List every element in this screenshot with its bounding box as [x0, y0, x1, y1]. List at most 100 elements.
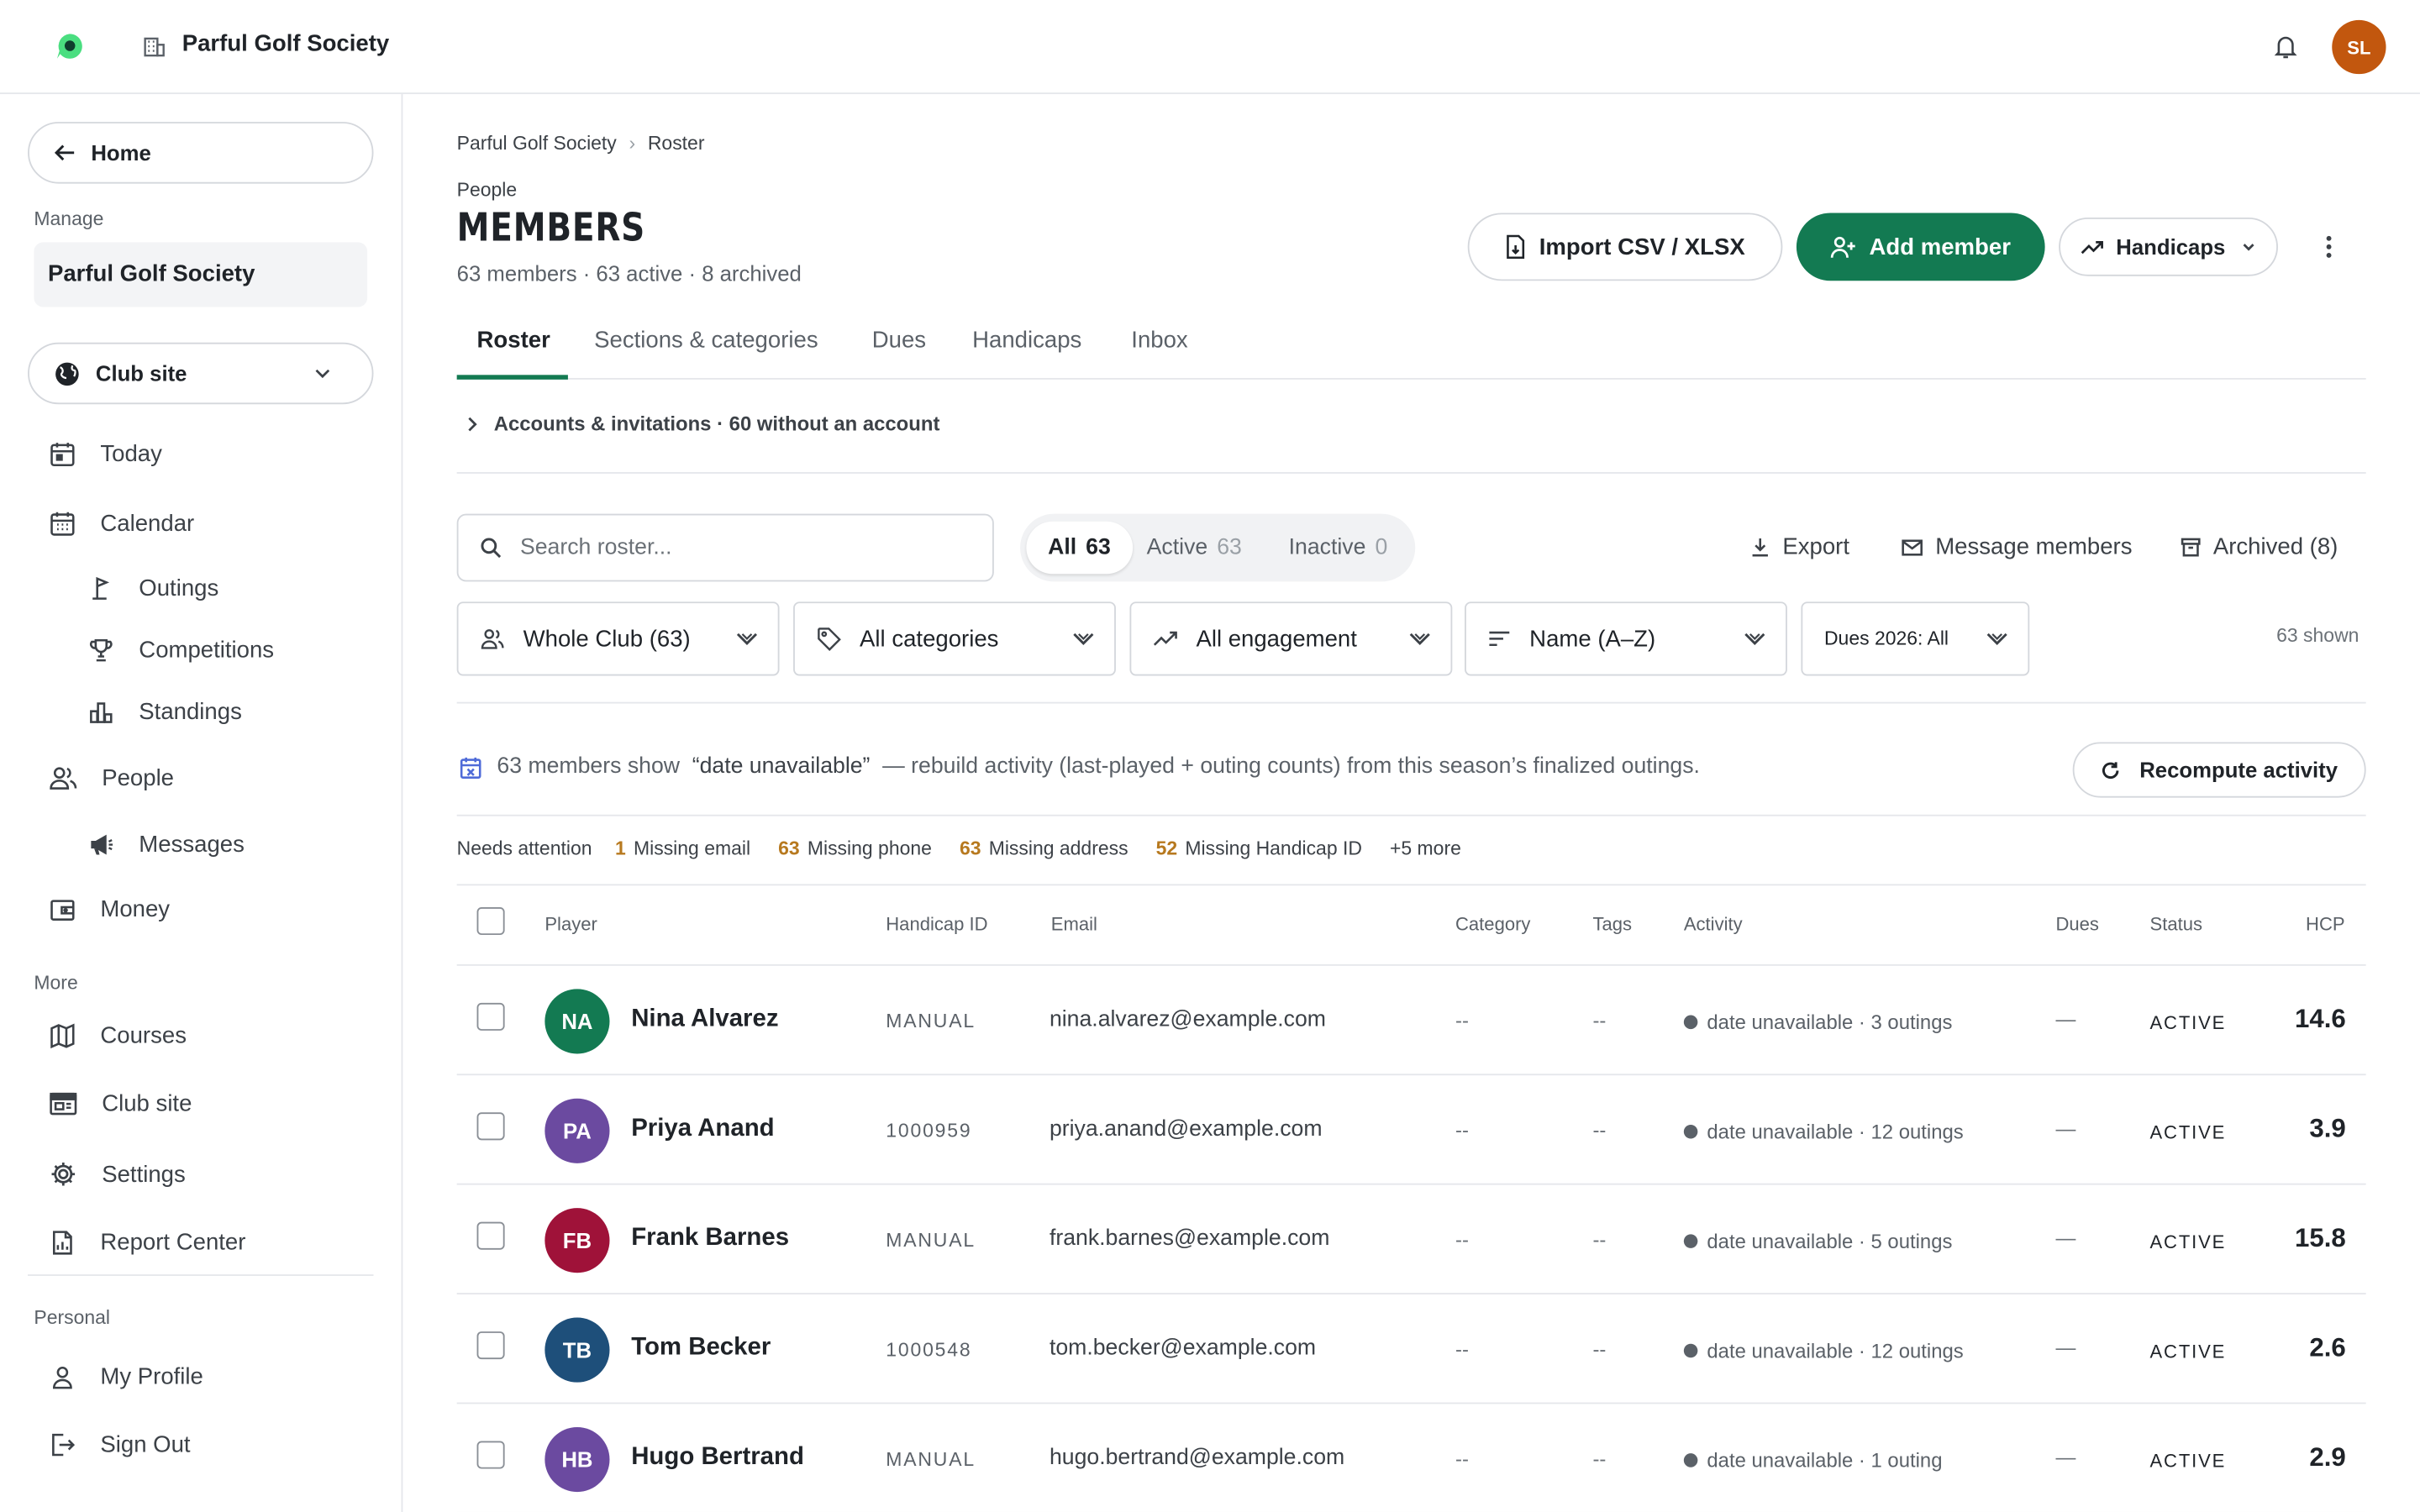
member-avatar: NA — [544, 989, 610, 1054]
column-header-activity[interactable]: Activity — [1684, 913, 1743, 935]
status-badge: ACTIVE — [2149, 1121, 2227, 1143]
sidebar-item-courses[interactable]: Courses — [50, 1023, 187, 1049]
member-activity: date unavailable · 12 outings — [1683, 1120, 1964, 1143]
tabs: Roster Sections & categories Dues Handic… — [456, 321, 2366, 380]
sidebar-item-label: Club site — [102, 1090, 192, 1117]
attention-more-link[interactable]: +5 more — [1390, 837, 1461, 859]
table-row[interactable]: NA Nina Alvarez MANUAL nina.alvarez@example… — [456, 966, 2366, 1076]
sort-select[interactable]: Name (A–Z) — [1465, 601, 1787, 676]
active-tab-indicator — [456, 375, 568, 380]
sidebar-item-label: My Profile — [100, 1363, 203, 1390]
segment-all[interactable]: All 63 — [1026, 521, 1133, 575]
sidebar-item-label: People — [102, 765, 175, 792]
breadcrumb-org[interactable]: Parful Golf Society — [457, 133, 617, 155]
row-checkbox[interactable] — [476, 1221, 505, 1250]
bell-icon[interactable] — [2272, 33, 2300, 60]
activity-dot-icon — [1683, 1124, 1698, 1139]
handicaps-dropdown[interactable]: Handicaps — [2059, 217, 2278, 276]
column-header-email[interactable]: Email — [1051, 913, 1097, 935]
member-dues: — — [2055, 1116, 2076, 1141]
member-name[interactable]: Hugo Bertrand — [631, 1444, 804, 1472]
categories-filter[interactable]: All categories — [793, 601, 1116, 676]
home-button[interactable]: Home — [28, 122, 374, 184]
activity-dot-icon — [1683, 1453, 1698, 1467]
sidebar-item-settings[interactable]: Settings — [50, 1160, 186, 1188]
sidebar-org-name[interactable]: Parful Golf Society — [34, 242, 368, 307]
org-switcher[interactable]: Parful Golf Society — [182, 31, 389, 57]
attention-chip-missing-address[interactable]: 63 Missing address — [960, 837, 1128, 859]
column-header-status[interactable]: Status — [2150, 913, 2203, 935]
column-header-player[interactable]: Player — [544, 913, 597, 935]
add-member-button[interactable]: Add member — [1796, 213, 2045, 281]
recompute-activity-button[interactable]: Recompute activity — [2072, 742, 2366, 798]
archived-button[interactable]: Archived (8) — [2181, 533, 2338, 560]
calendar-day-icon — [50, 443, 75, 467]
sidebar-item-today[interactable]: Today — [50, 441, 162, 468]
column-header-category[interactable]: Category — [1455, 913, 1530, 935]
sidebar-item-messages[interactable]: Messages — [88, 832, 245, 858]
select-all-checkbox[interactable] — [476, 906, 505, 936]
sidebar-item-label: Today — [100, 441, 162, 468]
sidebar-item-report-center[interactable]: Report Center — [50, 1229, 246, 1257]
engagement-filter[interactable]: All engagement — [1129, 601, 1453, 676]
app-logo-icon[interactable] — [55, 33, 83, 60]
member-name[interactable]: Tom Becker — [631, 1335, 771, 1362]
row-checkbox[interactable] — [476, 1331, 505, 1360]
user-avatar[interactable]: SL — [2332, 19, 2386, 75]
sidebar-item-club-site[interactable]: Club site — [50, 1091, 192, 1117]
sidebar-item-calendar[interactable]: Calendar — [50, 511, 194, 537]
table-row[interactable]: FB Frank Barnes MANUAL frank.barnes@example… — [456, 1185, 2366, 1294]
table-row[interactable]: TB Tom Becker 1000548 tom.becker@example.co… — [456, 1294, 2366, 1404]
site-select-label: Club site — [95, 360, 187, 386]
tab-sections[interactable]: Sections & categories — [594, 327, 818, 353]
row-checkbox[interactable] — [476, 1441, 505, 1469]
column-header-hcp[interactable]: HCP — [2306, 913, 2345, 935]
sidebar-item-competitions[interactable]: Competitions — [88, 638, 274, 664]
attention-chip-missing-handicap-id[interactable]: 52 Missing Handicap ID — [1156, 837, 1362, 859]
sidebar-item-my-profile[interactable]: My Profile — [50, 1364, 203, 1390]
row-checkbox[interactable] — [476, 1002, 505, 1031]
activity-text: date unavailable · 1 outing — [1707, 1448, 1943, 1473]
member-tags: -- — [1592, 1009, 1607, 1032]
group-filter-label: Whole Club (63) — [523, 625, 691, 653]
tab-inbox[interactable]: Inbox — [1131, 327, 1187, 353]
segment-active[interactable]: Active 63 — [1125, 522, 1264, 574]
tab-handicaps[interactable]: Handicaps — [972, 327, 1081, 353]
sidebar-item-standings[interactable]: Standings — [88, 699, 242, 725]
attention-chip-missing-email[interactable]: 1 Missing email — [615, 837, 750, 859]
sidebar-item-label: Report Center — [100, 1229, 246, 1257]
member-name[interactable]: Frank Barnes — [631, 1225, 789, 1252]
sidebar-item-people[interactable]: People — [50, 765, 174, 791]
search-input[interactable]: Search roster... — [456, 513, 994, 582]
breadcrumb: Parful Golf Society › Roster — [457, 133, 705, 155]
message-members-button[interactable]: Message members — [1902, 533, 2132, 560]
column-header-dues[interactable]: Dues — [2055, 913, 2098, 935]
table-row[interactable]: HB Hugo Bertrand MANUAL hugo.bertrand@examp… — [456, 1404, 2366, 1512]
tab-roster[interactable]: Roster — [477, 327, 550, 353]
segment-inactive[interactable]: Inactive 0 — [1267, 522, 1409, 574]
tab-dues[interactable]: Dues — [872, 327, 926, 353]
member-handicap-id: 1000959 — [886, 1120, 972, 1142]
table-row[interactable]: PA Priya Anand 1000959 priya.anand@example.… — [456, 1075, 2366, 1185]
row-checkbox[interactable] — [476, 1112, 505, 1141]
sidebar-item-money[interactable]: Money — [50, 896, 170, 922]
export-button[interactable]: Export — [1750, 533, 1849, 560]
member-category: -- — [1455, 1228, 1469, 1252]
site-select[interactable]: Club site — [28, 342, 374, 405]
status-badge: ACTIVE — [2149, 1341, 2227, 1362]
dues-filter[interactable]: Dues 2026: All — [1801, 601, 2030, 676]
divider — [456, 472, 2366, 474]
engagement-filter-label: All engagement — [1196, 625, 1357, 653]
sidebar-item-sign-out[interactable]: Sign Out — [50, 1431, 191, 1458]
accounts-disclosure[interactable]: Accounts & invitations · 60 without an a… — [466, 412, 939, 435]
column-header-handicap-id[interactable]: Handicap ID — [886, 913, 987, 935]
attention-chip-missing-phone[interactable]: 63 Missing phone — [778, 837, 932, 859]
more-vertical-icon[interactable] — [2320, 233, 2338, 260]
column-header-tags[interactable]: Tags — [1592, 913, 1632, 935]
group-filter[interactable]: Whole Club (63) — [456, 601, 780, 676]
sidebar-item-outings[interactable]: Outings — [88, 575, 218, 601]
import-button[interactable]: Import CSV / XLSX — [1467, 213, 1783, 281]
member-name[interactable]: Priya Anand — [631, 1116, 774, 1143]
chevron-down-icon — [1409, 633, 1430, 645]
member-name[interactable]: Nina Alvarez — [631, 1006, 778, 1034]
